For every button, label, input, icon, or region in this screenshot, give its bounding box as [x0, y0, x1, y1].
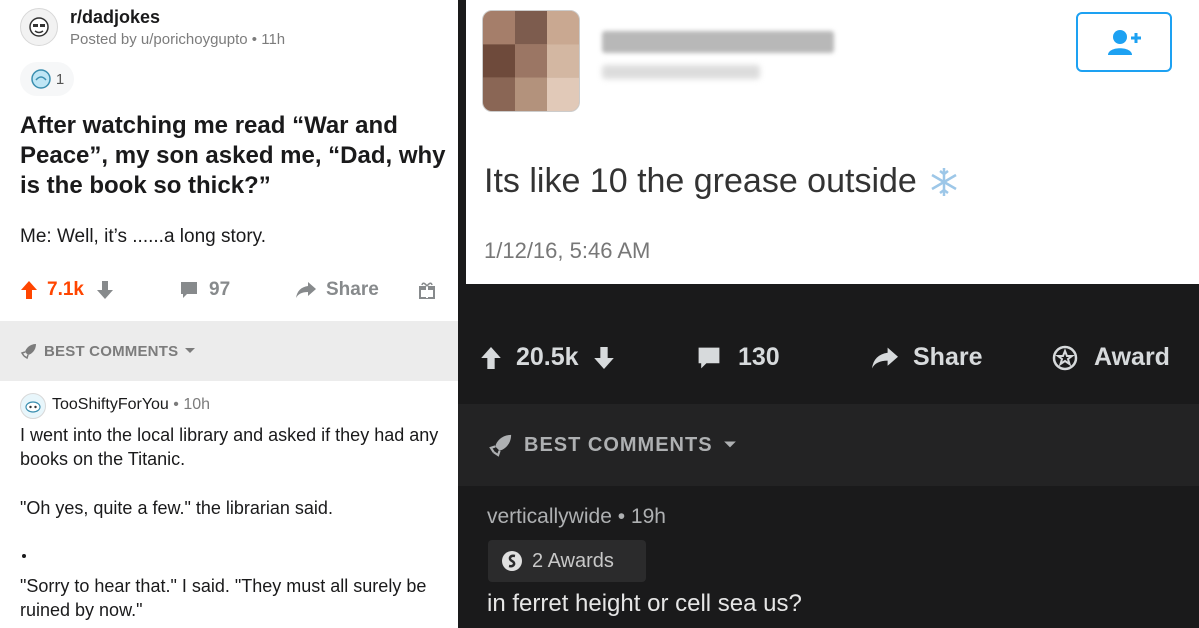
comment-line-2: "Oh yes, quite a few." the librarian sai…: [20, 498, 333, 518]
post-meta: Posted by u/porichoygupto • 11h: [70, 31, 285, 48]
tweet-timestamp: 1/12/16, 5:46 AM: [484, 238, 651, 263]
pixelated-avatar-icon: [483, 11, 579, 111]
downvote-arrow-icon[interactable]: [96, 280, 114, 300]
share-label: Share: [913, 343, 983, 371]
tweet-avatar: [482, 10, 580, 112]
upvote-arrow-icon[interactable]: [20, 280, 38, 300]
gift-button[interactable]: [418, 281, 436, 304]
rocket-icon: [20, 344, 36, 360]
comment-icon: [181, 282, 197, 298]
upvote-group: 7.1k: [20, 279, 114, 301]
award-icon: [1052, 345, 1078, 370]
award-button[interactable]: Award: [1052, 343, 1170, 372]
awards-count: 2 Awards: [532, 549, 614, 572]
rocket-icon: [489, 434, 512, 457]
awards-badge[interactable]: 2 Awards: [488, 540, 646, 582]
subreddit-name[interactable]: r/dadjokes: [70, 7, 160, 28]
award-label: Award: [1094, 343, 1170, 371]
comment-meta: TooShiftyForYou • 10h: [52, 396, 210, 414]
comment-username[interactable]: TooShiftyForYou: [52, 396, 169, 413]
follow-button[interactable]: [1076, 12, 1172, 72]
sort-best-comments[interactable]: BEST COMMENTS: [488, 432, 737, 458]
posted-by[interactable]: Posted by u/porichoygupto: [70, 31, 248, 48]
comments-button[interactable]: 97: [179, 279, 230, 301]
share-button[interactable]: Share: [294, 279, 379, 301]
add-user-icon: [1108, 30, 1141, 55]
chevron-down-icon: [185, 348, 196, 353]
share-button[interactable]: Share: [869, 343, 982, 372]
upvote-group: 20.5k: [480, 343, 615, 372]
post-age: 11h: [261, 31, 286, 48]
right-post-panel: Its like 10 the grease outside 1/12/16, …: [458, 0, 1199, 628]
meta-separator: •: [251, 31, 262, 48]
upvote-arrow-icon[interactable]: [480, 345, 502, 371]
tweet-text: Its like 10 the grease outside: [484, 162, 917, 200]
dadjokes-icon: [29, 17, 49, 37]
chevron-down-icon: [723, 441, 736, 448]
silver-award-icon: [502, 551, 522, 571]
comment-icon: [698, 347, 720, 368]
meta-separator: •: [173, 396, 184, 413]
comments-button[interactable]: 130: [696, 343, 780, 372]
gift-icon: [419, 282, 435, 299]
downvote-arrow-icon[interactable]: [593, 345, 615, 371]
best-comments-bar: BEST COMMENTS: [0, 321, 458, 381]
snowflake-icon: [931, 167, 957, 196]
comment-age: 19h: [630, 505, 666, 528]
subreddit-avatar[interactable]: [20, 8, 58, 46]
paragraph-dot: [22, 554, 26, 558]
comment-count: 130: [738, 343, 780, 371]
award-count: 1: [55, 70, 65, 88]
upvote-count: 7.1k: [47, 279, 84, 300]
comment-line-3: "Sorry to hear that." I said. "They must…: [20, 576, 427, 620]
share-icon: [296, 282, 316, 298]
commenter-avatar[interactable]: [20, 393, 46, 419]
post-title[interactable]: After watching me read “War and Peace”, …: [20, 111, 450, 201]
best-comments-label: BEST COMMENTS: [524, 433, 713, 456]
left-post-panel: r/dadjokes Posted by u/porichoygupto • 1…: [0, 0, 458, 628]
snoo-avatar-icon: [25, 401, 41, 413]
upvote-count: 20.5k: [516, 343, 579, 371]
comment-username[interactable]: verticallywide: [487, 505, 612, 528]
sort-best-comments[interactable]: BEST COMMENTS: [20, 342, 196, 360]
tweet-body: Its like 10 the grease outside: [484, 162, 961, 201]
comment-meta: verticallywide • 19h: [487, 505, 666, 529]
award-badge[interactable]: 1: [20, 62, 74, 96]
meta-separator: •: [617, 505, 631, 528]
comment-age: 10h: [183, 396, 211, 413]
blurred-name: [602, 31, 834, 53]
comment-line-1: I went into the local library and asked …: [20, 425, 439, 469]
comment-text: in ferret height or cell sea us?: [487, 590, 802, 617]
best-comments-label: BEST COMMENTS: [44, 342, 179, 360]
post-body: Me: Well, it’s ......a long story.: [20, 226, 267, 247]
share-label: Share: [326, 279, 379, 300]
best-comments-bar: BEST COMMENTS: [458, 404, 1199, 486]
share-icon: [872, 347, 898, 368]
blurred-handle: [602, 65, 760, 79]
tweet-screenshot: Its like 10 the grease outside 1/12/16, …: [466, 0, 1199, 284]
award-icon: [31, 69, 51, 89]
comment-count: 97: [209, 279, 231, 300]
